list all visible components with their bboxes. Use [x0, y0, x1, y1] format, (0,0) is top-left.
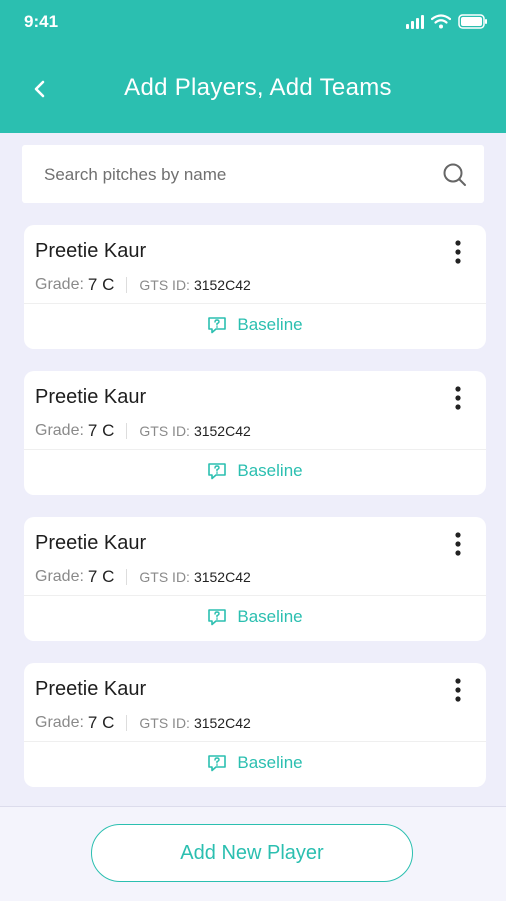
baseline-icon — [208, 609, 227, 626]
grade-value: 7 C — [87, 567, 115, 586]
page-title: Add Players, Add Teams — [124, 74, 392, 101]
player-card[interactable]: Preetie Kaur Grade: 7 C GTS ID: 3152C42 … — [24, 225, 486, 349]
player-name: Preetie Kaur — [35, 678, 147, 700]
gts-value: 3152C42 — [193, 277, 251, 293]
baseline-icon — [208, 755, 227, 772]
player-meta: Grade: 7 C GTS ID: 3152C42 — [35, 275, 251, 295]
search-icon[interactable] — [442, 162, 468, 188]
card-divider — [24, 741, 486, 742]
baseline-link[interactable]: Baseline — [24, 315, 486, 335]
card-divider — [24, 595, 486, 596]
search-bar — [22, 145, 484, 205]
player-meta: Grade: 7 C GTS ID: 3152C42 — [35, 567, 251, 587]
baseline-link[interactable]: Baseline — [24, 753, 486, 773]
baseline-icon — [208, 463, 227, 480]
player-meta: Grade: 7 C GTS ID: 3152C42 — [35, 713, 251, 733]
more-vertical-icon[interactable] — [450, 239, 466, 265]
footer-bar: Add New Player — [0, 806, 506, 901]
gts-label: GTS ID: — [139, 423, 190, 439]
status-icons — [406, 14, 488, 29]
player-meta: Grade: 7 C GTS ID: 3152C42 — [35, 421, 251, 441]
signal-icon — [406, 14, 424, 29]
player-name: Preetie Kaur — [35, 532, 147, 554]
grade-label: Grade: — [35, 422, 84, 439]
meta-divider — [126, 569, 128, 585]
more-vertical-icon[interactable] — [450, 531, 466, 557]
player-card[interactable]: Preetie Kaur Grade: 7 C GTS ID: 3152C42 … — [24, 663, 486, 787]
grade-label: Grade: — [35, 276, 84, 293]
more-vertical-icon[interactable] — [450, 385, 466, 411]
baseline-link[interactable]: Baseline — [24, 461, 486, 481]
baseline-icon — [208, 317, 227, 334]
player-name: Preetie Kaur — [35, 240, 147, 262]
add-new-player-button[interactable]: Add New Player — [91, 824, 413, 882]
gts-label: GTS ID: — [139, 277, 190, 293]
player-card[interactable]: Preetie Kaur Grade: 7 C GTS ID: 3152C42 … — [24, 371, 486, 495]
card-divider — [24, 303, 486, 304]
gts-value: 3152C42 — [193, 715, 251, 731]
grade-value: 7 C — [87, 421, 115, 440]
baseline-label: Baseline — [237, 607, 303, 626]
gts-value: 3152C42 — [193, 569, 251, 585]
battery-icon — [458, 14, 487, 29]
baseline-label: Baseline — [237, 753, 303, 772]
meta-divider — [126, 277, 128, 293]
more-vertical-icon[interactable] — [450, 677, 466, 703]
grade-label: Grade: — [35, 714, 84, 731]
grade-value: 7 C — [87, 275, 115, 294]
meta-divider — [126, 423, 128, 439]
grade-label: Grade: — [35, 568, 84, 585]
status-time: 9:41 — [24, 12, 59, 31]
gts-label: GTS ID: — [139, 715, 190, 731]
card-divider — [24, 449, 486, 450]
player-card[interactable]: Preetie Kaur Grade: 7 C GTS ID: 3152C42 … — [24, 517, 486, 641]
baseline-label: Baseline — [237, 315, 303, 334]
gts-value: 3152C42 — [193, 423, 251, 439]
baseline-link[interactable]: Baseline — [24, 607, 486, 627]
gts-label: GTS ID: — [139, 569, 190, 585]
app-header: 9:41 Add Players, Add Teams — [0, 0, 506, 133]
meta-divider — [126, 715, 128, 731]
player-name: Preetie Kaur — [35, 386, 147, 408]
grade-value: 7 C — [87, 713, 115, 732]
baseline-label: Baseline — [237, 461, 303, 480]
search-input[interactable] — [42, 145, 426, 205]
wifi-icon — [431, 14, 451, 29]
